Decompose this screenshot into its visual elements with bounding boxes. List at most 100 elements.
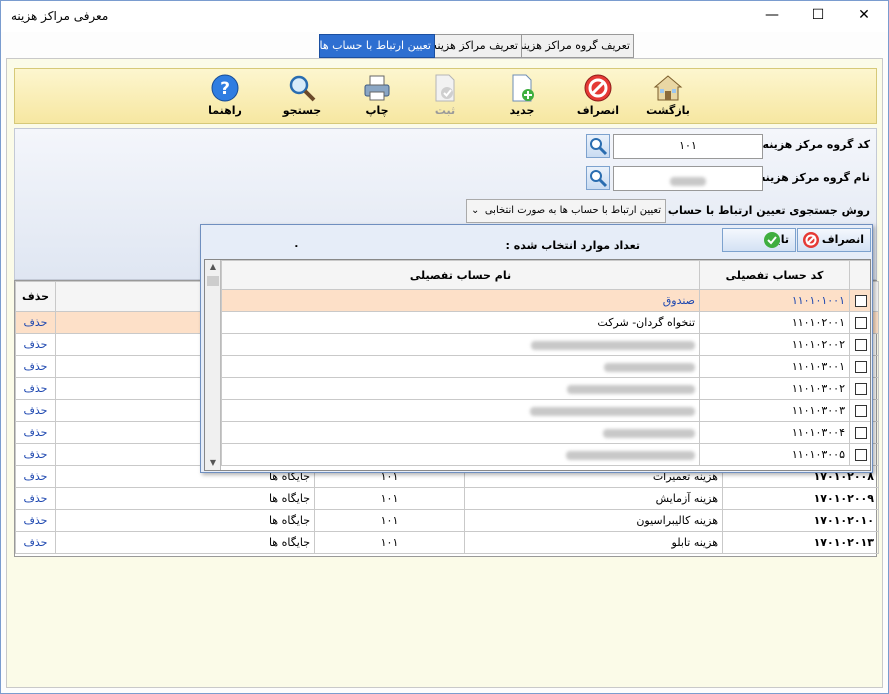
row-group: ۱۰۱ — [314, 487, 465, 510]
selected-count-value: ۰ — [293, 239, 300, 252]
maximize-button[interactable]: ☐ — [795, 1, 841, 31]
blurred-value — [566, 450, 695, 460]
row-center: جایگاه ها — [55, 487, 315, 510]
title-bar: معرفی مراکز هزینه — ☐ ✕ — [1, 1, 888, 32]
cancel-button[interactable]: انصراف — [573, 73, 623, 117]
delete-link[interactable]: حذف — [15, 377, 56, 400]
magnifier-icon — [590, 170, 608, 188]
row-checkbox[interactable] — [849, 421, 870, 444]
account-code-header: کد حساب تفصیلی — [699, 260, 850, 290]
account-name — [221, 399, 700, 422]
account-name-header: نام حساب تفصیلی — [221, 260, 700, 290]
delete-column-header: حذف — [15, 281, 56, 312]
group-name-field[interactable] — [613, 166, 763, 191]
checkbox[interactable] — [854, 361, 867, 373]
tab-account-links[interactable]: تعیین ارتباط با حساب ها — [319, 34, 435, 58]
delete-link[interactable]: حذف — [15, 421, 56, 444]
blurred-value — [604, 362, 695, 372]
checkbox-column-header — [849, 260, 870, 290]
search-method-label: روش جستجوی تعیین ارتباط با حساب ها : — [644, 204, 870, 217]
row-center: جایگاه ها — [55, 531, 315, 554]
checkbox[interactable] — [854, 295, 867, 307]
delete-link[interactable]: حذف — [15, 333, 56, 356]
list-item[interactable]: ۱۱۰۱۰۳۰۰۳ — [221, 399, 870, 422]
blurred-value — [670, 177, 706, 186]
list-item[interactable]: ۱۱۰۱۰۲۰۰۲ — [221, 333, 870, 356]
list-item[interactable]: تنخواه گردان- شرکت ۱۱۰۱۰۲۰۰۱ — [221, 311, 870, 334]
popup-cancel-button[interactable]: انصراف — [797, 228, 871, 252]
delete-link[interactable]: حذف — [15, 399, 56, 422]
list-item[interactable]: صندوق ۱۱۰۱۰۱۰۰۱ — [221, 289, 870, 312]
row-checkbox[interactable] — [849, 399, 870, 422]
group-name-search-button[interactable] — [586, 166, 610, 190]
new-label: جدید — [509, 104, 535, 117]
list-item[interactable]: ۱۱۰۱۰۳۰۰۱ — [221, 355, 870, 378]
account-name — [221, 333, 700, 356]
new-document-icon — [512, 74, 534, 102]
close-button[interactable]: ✕ — [841, 1, 887, 31]
popup-confirm-button[interactable]: تایید — [722, 228, 796, 252]
tab-cost-center-groups[interactable]: تعریف گروه مراکز هزینه — [518, 34, 634, 58]
cancel-label: انصراف — [576, 104, 620, 117]
account-name — [221, 443, 700, 466]
popup-cancel-label: انصراف — [821, 233, 864, 246]
table-row[interactable]: حذف جایگاه ها ۱۰۱ هزینه تابلو ۱۷۰۱۰۲۰۱۳ — [15, 531, 879, 554]
save-button[interactable]: ثبت — [420, 73, 470, 117]
selected-count-label: تعداد موارد انتخاب شده : — [505, 239, 640, 252]
row-checkbox[interactable] — [849, 355, 870, 378]
help-button[interactable]: ? راهنما — [200, 73, 250, 117]
scroll-down-icon[interactable]: ▼ — [205, 456, 221, 470]
save-icon — [435, 74, 455, 102]
toolbar: بازگشت انصراف جدید ثبت چاپ جستجو ? راهنم… — [14, 68, 877, 124]
save-label: ثبت — [434, 104, 456, 117]
account-select-popup: انصراف تایید تعداد موارد انتخاب شده : ۰ … — [200, 224, 873, 473]
delete-link[interactable]: حذف — [15, 487, 56, 510]
checkbox[interactable] — [854, 383, 867, 395]
checkbox[interactable] — [854, 449, 867, 461]
delete-link[interactable]: حذف — [15, 443, 56, 466]
scroll-up-icon[interactable]: ▲ — [205, 260, 221, 274]
account-code: ۱۱۰۱۰۳۰۰۱ — [699, 355, 850, 378]
delete-link[interactable]: حذف — [15, 531, 56, 554]
account-name — [221, 421, 700, 444]
list-item[interactable]: ۱۱۰۱۰۳۰۰۲ — [221, 377, 870, 400]
print-button[interactable]: چاپ — [352, 73, 402, 117]
delete-link[interactable]: حذف — [15, 465, 56, 488]
row-name: هزینه کالیبراسیون — [464, 509, 723, 532]
checkbox[interactable] — [854, 339, 867, 351]
vertical-scrollbar[interactable]: ▲ ▼ — [205, 260, 221, 470]
checkbox[interactable] — [854, 405, 867, 417]
tab-cost-centers[interactable]: تعریف مراکز هزینه — [432, 34, 522, 58]
account-name: صندوق — [221, 289, 700, 312]
row-checkbox[interactable] — [849, 311, 870, 334]
group-code-label: کد گروه مرکز هزینه : — [754, 138, 870, 151]
search-method-select[interactable]: تعیین ارتباط با حساب ها به صورت انتخابی … — [466, 199, 666, 223]
row-checkbox[interactable] — [849, 443, 870, 466]
search-button[interactable]: جستجو — [277, 73, 327, 117]
delete-link[interactable]: حذف — [15, 355, 56, 378]
account-code: ۱۱۰۱۰۳۰۰۳ — [699, 399, 850, 422]
list-item[interactable]: ۱۱۰۱۰۳۰۰۵ — [221, 443, 870, 466]
table-row[interactable]: حذف جایگاه ها ۱۰۱ هزینه آزمایش ۱۷۰۱۰۲۰۰۹ — [15, 487, 879, 510]
group-code-field[interactable]: ۱۰۱ — [613, 134, 763, 159]
account-code: ۱۱۰۱۰۱۰۰۱ — [699, 289, 850, 312]
row-code: ۱۷۰۱۰۲۰۱۰ — [722, 509, 879, 532]
new-button[interactable]: جدید — [497, 73, 547, 117]
delete-link[interactable]: حذف — [15, 509, 56, 532]
table-row[interactable]: حذف جایگاه ها ۱۰۱ هزینه کالیبراسیون ۱۷۰۱۰۲۰۱… — [15, 509, 879, 532]
delete-link[interactable]: حذف — [15, 311, 56, 334]
checkbox[interactable] — [854, 317, 867, 329]
check-icon — [764, 232, 780, 248]
row-name: هزینه تابلو — [464, 531, 723, 554]
minimize-button[interactable]: — — [749, 1, 795, 31]
row-checkbox[interactable] — [849, 377, 870, 400]
back-button[interactable]: بازگشت — [643, 73, 693, 117]
row-checkbox[interactable] — [849, 333, 870, 356]
help-label: راهنما — [208, 104, 242, 117]
group-code-search-button[interactable] — [586, 134, 610, 158]
checkbox[interactable] — [854, 427, 867, 439]
list-item[interactable]: ۱۱۰۱۰۳۰۰۴ — [221, 421, 870, 444]
app-window: معرفی مراکز هزینه — ☐ ✕ تعریف گروه مراکز… — [0, 0, 889, 694]
scroll-thumb[interactable] — [207, 276, 219, 286]
row-checkbox[interactable] — [849, 289, 870, 312]
